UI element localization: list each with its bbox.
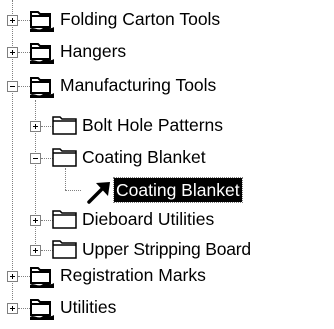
- folder-icon: [52, 146, 78, 173]
- collapse-button[interactable]: [30, 153, 41, 164]
- expand-button[interactable]: [7, 15, 18, 26]
- folder-icon: [52, 114, 78, 141]
- tree-node-label: Registration Marks: [60, 265, 206, 285]
- tree-node-hangers[interactable]: Hangers: [0, 36, 300, 68]
- network-folder-icon: [28, 6, 56, 39]
- expand-button[interactable]: [7, 47, 18, 58]
- tree-node-label: Bolt Hole Patterns: [82, 115, 224, 135]
- tree-node-label: Folding Carton Tools: [60, 9, 221, 29]
- tree-node-label: Manufacturing Tools: [60, 75, 217, 95]
- tree-node-utilities[interactable]: Utilities: [0, 292, 300, 324]
- tree-node-dieboard-utilities[interactable]: Dieboard Utilities: [0, 204, 334, 236]
- expand-button[interactable]: [7, 271, 18, 282]
- tree-view: Folding Carton Tools Hangers Manufacturi…: [0, 0, 334, 329]
- network-folder-icon: [28, 262, 56, 295]
- tree-node-registration-marks[interactable]: Registration Marks: [0, 260, 300, 292]
- expand-button[interactable]: [7, 303, 18, 314]
- tree-node-label: Coating Blanket: [82, 147, 206, 167]
- tree-node-label: Hangers: [60, 41, 127, 61]
- tree-node-manufacturing-tools[interactable]: Manufacturing Tools: [0, 70, 300, 102]
- tree-node-label: Utilities: [60, 297, 117, 317]
- folder-icon: [52, 208, 78, 235]
- tree-node-coating-blanket-folder[interactable]: Coating Blanket: [0, 142, 334, 174]
- collapse-button[interactable]: [7, 81, 18, 92]
- expand-button[interactable]: [30, 245, 41, 256]
- network-folder-icon: [28, 72, 56, 105]
- tree-node-folding-carton-tools[interactable]: Folding Carton Tools: [0, 4, 300, 36]
- tree-node-coating-blanket-tool[interactable]: Coating Blanket: [0, 174, 334, 206]
- tree-node-label: Upper Stripping Board: [82, 239, 251, 259]
- tree-node-bolt-hole-patterns[interactable]: Bolt Hole Patterns: [0, 110, 334, 142]
- network-folder-icon: [28, 38, 56, 71]
- expand-button[interactable]: [30, 215, 41, 226]
- expand-button[interactable]: [30, 121, 41, 132]
- tree-node-label: Coating Blanket: [113, 177, 243, 203]
- network-folder-icon: [28, 294, 56, 327]
- tree-node-label: Dieboard Utilities: [82, 209, 215, 229]
